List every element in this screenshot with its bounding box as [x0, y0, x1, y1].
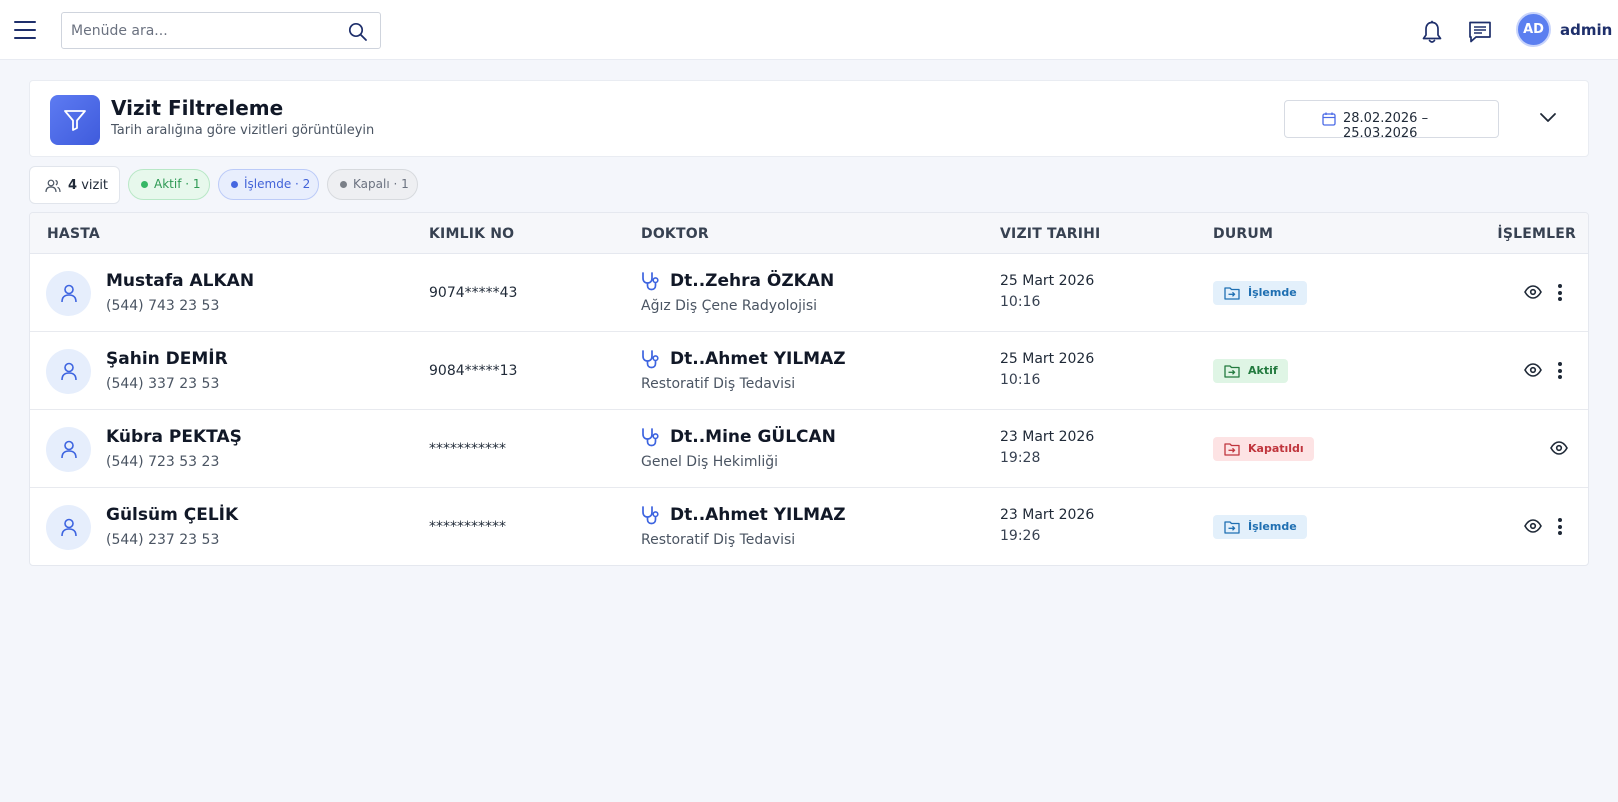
- visit-time: 19:28: [1000, 450, 1041, 466]
- column-header-islemler: İŞLEMLER: [1497, 226, 1576, 242]
- table-row[interactable]: Şahin DEMİR (544) 337 23 53 9084*****13 …: [30, 332, 1588, 410]
- eye-icon[interactable]: [1524, 285, 1542, 299]
- users-icon: [45, 179, 61, 193]
- visit-count-label: vizit: [81, 178, 109, 193]
- doctor-name: Dt..Zehra ÖZKAN: [670, 271, 835, 291]
- kebab-icon[interactable]: [1558, 518, 1562, 535]
- table-row[interactable]: Mustafa ALKAN (544) 743 23 53 9074*****4…: [30, 254, 1588, 332]
- patient-id: ***********: [429, 441, 506, 457]
- status-label: İşlemde: [1248, 286, 1297, 299]
- table-row[interactable]: Gülsüm ÇELİK (544) 237 23 53 ***********…: [30, 488, 1588, 565]
- patient-phone: (544) 743 23 53: [106, 298, 220, 314]
- user-icon: [46, 271, 91, 316]
- column-header-hasta[interactable]: HASTA: [47, 226, 100, 242]
- patient-name[interactable]: Şahin DEMİR: [106, 349, 228, 369]
- search-box[interactable]: [61, 12, 381, 49]
- doctor-name: Dt..Ahmet YILMAZ: [670, 505, 846, 525]
- eye-icon[interactable]: [1550, 441, 1568, 455]
- folder-in-icon: [1224, 365, 1240, 378]
- calendar-icon: [1322, 112, 1336, 126]
- search-input[interactable]: [71, 13, 341, 48]
- bell-icon[interactable]: [1421, 20, 1443, 44]
- patient-phone: (544) 723 53 23: [106, 454, 220, 470]
- chat-icon[interactable]: [1468, 20, 1492, 44]
- filter-pill-aktif[interactable]: Aktif · 1: [128, 169, 210, 200]
- visit-count-number: 4: [68, 178, 78, 193]
- date-range-picker[interactable]: 28.02.2026 – 25.03.2026: [1284, 100, 1499, 141]
- filter-pill-kapali[interactable]: Kapalı · 1: [327, 169, 418, 200]
- visit-date: 23 Mart 2026: [1000, 507, 1095, 523]
- status-label: Kapatıldı: [1248, 442, 1304, 455]
- status-badge: İşlemde: [1213, 515, 1307, 539]
- doctor-department: Restoratif Diş Tedavisi: [641, 532, 796, 548]
- visit-time: 19:26: [1000, 528, 1041, 544]
- user-avatar[interactable]: AD: [1516, 12, 1551, 47]
- visit-time: 10:16: [1000, 372, 1041, 388]
- filter-icon: [50, 95, 100, 145]
- menu-icon[interactable]: [14, 21, 36, 39]
- stethoscope-icon: [642, 350, 659, 369]
- patient-id: 9084*****13: [429, 363, 518, 379]
- doctor-name: Dt..Ahmet YILMAZ: [670, 349, 846, 369]
- patient-name[interactable]: Mustafa ALKAN: [106, 271, 254, 291]
- patient-id: 9074*****43: [429, 285, 518, 301]
- filter-title: Vizit Filtreleme: [111, 96, 284, 120]
- user-icon: [46, 505, 91, 550]
- patient-phone: (544) 237 23 53: [106, 532, 220, 548]
- date-range-value: 28.02.2026 – 25.03.2026: [1343, 111, 1429, 141]
- table-row[interactable]: Kübra PEKTAŞ (544) 723 53 23 ***********…: [30, 410, 1588, 488]
- top-bar: AD admin: [0, 0, 1618, 60]
- eye-icon[interactable]: [1524, 363, 1542, 377]
- filter-subtitle: Tarih aralığına göre vizitleri görüntüle…: [111, 123, 375, 138]
- status-badge: Kapatıldı: [1213, 437, 1314, 461]
- column-header-durum[interactable]: DURUM: [1213, 226, 1273, 242]
- eye-icon[interactable]: [1524, 519, 1542, 533]
- visits-table: HASTA KIMLIK NO DOKTOR VIZIT TARIHI DURU…: [29, 212, 1589, 566]
- chevron-down-icon[interactable]: [1539, 112, 1557, 124]
- patient-name[interactable]: Gülsüm ÇELİK: [106, 505, 238, 525]
- visit-date: 25 Mart 2026: [1000, 351, 1095, 367]
- folder-in-icon: [1224, 287, 1240, 300]
- status-badge: Aktif: [1213, 359, 1288, 383]
- user-icon: [46, 349, 91, 394]
- folder-in-icon: [1224, 443, 1240, 456]
- stethoscope-icon: [642, 506, 659, 525]
- status-badge: İşlemde: [1213, 281, 1307, 305]
- visit-count-chip: 4 vizit: [29, 166, 120, 204]
- status-label: İşlemde: [1248, 520, 1297, 533]
- visit-date: 25 Mart 2026: [1000, 273, 1095, 289]
- visit-date: 23 Mart 2026: [1000, 429, 1095, 445]
- stethoscope-icon: [642, 428, 659, 447]
- doctor-department: Genel Diş Hekimliği: [641, 454, 779, 470]
- doctor-department: Restoratif Diş Tedavisi: [641, 376, 796, 392]
- stethoscope-icon: [642, 272, 659, 291]
- user-icon: [46, 427, 91, 472]
- doctor-department: Ağız Diş Çene Radyolojisi: [641, 298, 818, 314]
- filter-pill-islemde[interactable]: İşlemde · 2: [218, 169, 319, 200]
- patient-name[interactable]: Kübra PEKTAŞ: [106, 427, 242, 447]
- filter-card: Vizit Filtreleme Tarih aralığına göre vi…: [29, 80, 1589, 157]
- visit-time: 10:16: [1000, 294, 1041, 310]
- kebab-icon[interactable]: [1558, 362, 1562, 379]
- kebab-icon[interactable]: [1558, 284, 1562, 301]
- table-header: HASTA KIMLIK NO DOKTOR VIZIT TARIHI DURU…: [30, 213, 1588, 254]
- username[interactable]: admin: [1560, 21, 1612, 39]
- column-header-doktor[interactable]: DOKTOR: [641, 226, 709, 242]
- column-header-kimlik[interactable]: KIMLIK NO: [429, 226, 514, 242]
- patient-id: ***********: [429, 519, 506, 535]
- patient-phone: (544) 337 23 53: [106, 376, 220, 392]
- visit-count: 4 vizit: [68, 178, 108, 193]
- folder-in-icon: [1224, 521, 1240, 534]
- status-label: Aktif: [1248, 364, 1278, 377]
- column-header-tarih[interactable]: VIZIT TARIHI: [1000, 226, 1100, 242]
- search-icon[interactable]: [348, 22, 368, 42]
- doctor-name: Dt..Mine GÜLCAN: [670, 427, 836, 447]
